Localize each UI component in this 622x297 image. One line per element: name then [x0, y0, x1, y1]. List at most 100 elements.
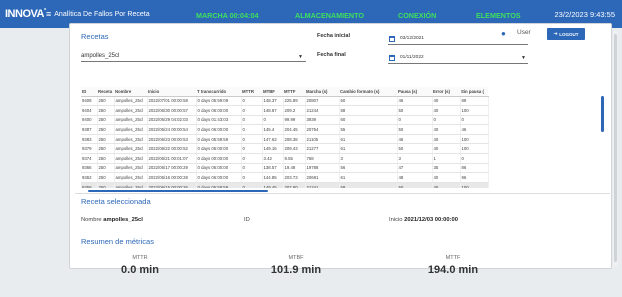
table-cell: 149.45 [262, 182, 284, 188]
table-cell: 0 [241, 182, 263, 188]
table-cell: 148.37 [262, 96, 284, 107]
column-header[interactable]: Nombre [114, 87, 147, 97]
table-row[interactable]: 9404 250 ampolles_25cl 2022/06/30 00:00:57 0… [81, 105, 489, 116]
end-date-underline [388, 63, 528, 64]
table-cell: 100 [460, 134, 489, 145]
end-date-input[interactable]: 01/11/2022 [400, 55, 424, 60]
recipe-select[interactable]: ampolles_25cl [81, 53, 119, 59]
mttr-value: 0.0 min [121, 264, 159, 276]
table-row[interactable]: 9366 250 ampolles_25cl 2022/06/17 00:00:29 0… [81, 163, 489, 174]
table-cell: 148.87 [262, 105, 284, 116]
recipe-select-underline [81, 61, 306, 62]
table-row[interactable]: 9358 250 ampolles_25cl 2022/06/15 00:00:26 0… [81, 182, 489, 188]
table-cell: 9362 [81, 172, 98, 183]
calendar-icon[interactable] [389, 55, 395, 61]
page-scrollbar[interactable] [614, 34, 617, 262]
status-almacenamiento: ALMACENAMIENTO [295, 11, 364, 20]
table-cell: 0 days 06:00:00 [196, 172, 242, 183]
table-cell: 58 [339, 182, 398, 188]
table-cell: 250 [97, 172, 115, 183]
table-cell: 9404 [81, 105, 98, 116]
table-cell: 2022/06/16 00:00:28 [147, 172, 197, 183]
table-cell: 86 [460, 163, 489, 174]
logout-button[interactable]: ⇥ LOGOUT [547, 28, 585, 40]
table-row[interactable]: 9387 250 ampolles_25cl 2022/06/24 00:00:54 0… [81, 124, 489, 135]
table-cell: 20681 [305, 172, 340, 183]
column-header[interactable]: Receta [97, 87, 114, 97]
table-vertical-scrollbar[interactable] [601, 96, 604, 132]
table-cell: 19.48 [283, 163, 306, 174]
table-cell: 60 [339, 96, 398, 107]
mtbf-label: MTBF [288, 255, 304, 261]
table-horizontal-scrollbar[interactable] [88, 190, 268, 192]
menu-icon[interactable]: ≡ [46, 9, 51, 19]
calendar-icon[interactable] [389, 36, 395, 42]
table-row[interactable]: 9400 250 ampolles_25cl 2022/06/29 04:02:03 0… [81, 115, 489, 126]
table-row[interactable]: 9362 250 ampolles_25cl 2022/06/16 00:00:28 … [81, 172, 489, 183]
table-cell: 9387 [81, 124, 98, 135]
recipe-chevron-down-icon[interactable]: ▼ [298, 54, 303, 60]
start-date-input[interactable]: 03/12/2021 [400, 36, 424, 41]
column-header[interactable]: MTTR [241, 87, 262, 97]
table-cell: 0 days 05:59:59 [196, 182, 242, 188]
table-cell: 9379 [81, 143, 98, 155]
table-cell: 3939 [305, 115, 340, 126]
mtbf-value: 101.9 min [270, 264, 322, 276]
divider [75, 193, 610, 194]
table-row[interactable]: 9408 250 ampolles_25cl 2022/07/01 00:00:58 0… [81, 96, 489, 107]
table-cell: 0 [241, 96, 263, 107]
table-cell: 250 [97, 163, 115, 174]
table-cell: 61 [339, 143, 398, 155]
table-cell: 0 days 06:00:00 [196, 143, 242, 155]
metrics-title: Resumen de métricas [81, 237, 154, 246]
table-cell: ampolles_25cl [114, 182, 148, 188]
table-cell: 61 [339, 172, 398, 183]
column-header[interactable]: Inicio [147, 87, 196, 97]
table-cell: 1 [432, 153, 461, 164]
status-conexion: CONEXIÓN [398, 11, 437, 20]
table-cell: 0 [241, 134, 263, 145]
innova-logo: INNOVA° [5, 8, 46, 20]
table-cell: 100 [460, 143, 489, 155]
table-row[interactable]: 9383 250 ampolles_25cl 2022/06/23 00:00:53 0… [81, 134, 489, 145]
table-cell: 0 [397, 115, 433, 126]
table-cell: 40 [432, 134, 461, 145]
column-header[interactable]: MTBF [262, 87, 283, 97]
column-header[interactable]: Pausa (s) [397, 87, 432, 97]
table-cell: 250 [97, 124, 115, 135]
table-cell: ampolles_25cl [114, 96, 148, 107]
table-cell: 2022/06/24 00:00:54 [147, 124, 197, 135]
table-cell: 96 [460, 172, 489, 183]
table-cell: 9400 [81, 115, 98, 126]
table-cell: 209.2 [283, 105, 306, 116]
table-cell: 61 [339, 134, 398, 145]
table-cell: 21244 [305, 105, 340, 116]
table-cell: 50 [397, 124, 433, 135]
table-cell: 0 [432, 115, 461, 126]
column-header[interactable]: MTTF [283, 87, 305, 97]
column-header[interactable]: Error (s) [432, 87, 460, 97]
start-date-underline [388, 44, 528, 45]
table-row[interactable]: 9374 250 ampolles_25cl 2022/06/21 00:01:07 0… [81, 153, 489, 164]
table-cell: 203.73 [283, 172, 306, 183]
table-cell: 144.85 [262, 172, 284, 183]
recipes-title: Recetas [81, 32, 109, 41]
end-date-label: Fecha final [317, 52, 346, 58]
table-row[interactable]: 9379 250 ampolles_25cl 2022/06/22 00:00:52 0… [81, 143, 489, 155]
column-header[interactable]: Marcha (s) [305, 87, 339, 97]
table-cell: 20754 [305, 124, 340, 135]
table-cell: 9374 [81, 153, 98, 164]
table-cell: 3.42 [262, 153, 284, 164]
column-header[interactable]: Sin pausa ( [460, 87, 488, 97]
table-cell: 19788 [305, 163, 340, 174]
table-cell: 250 [97, 96, 115, 107]
column-header[interactable]: ID [81, 87, 97, 97]
table-cell: 2022/06/21 00:01:07 [147, 153, 197, 164]
table-cell: 40 [432, 124, 461, 135]
column-header[interactable]: T transcurrido [196, 87, 241, 97]
end-date-chevron-down-icon[interactable]: ▼ [521, 55, 526, 61]
table-cell: 46 [397, 96, 433, 107]
table-cell: 0 [460, 115, 489, 126]
table-cell: 250 [97, 105, 115, 116]
column-header[interactable]: Cambio formato (s) [339, 87, 397, 97]
